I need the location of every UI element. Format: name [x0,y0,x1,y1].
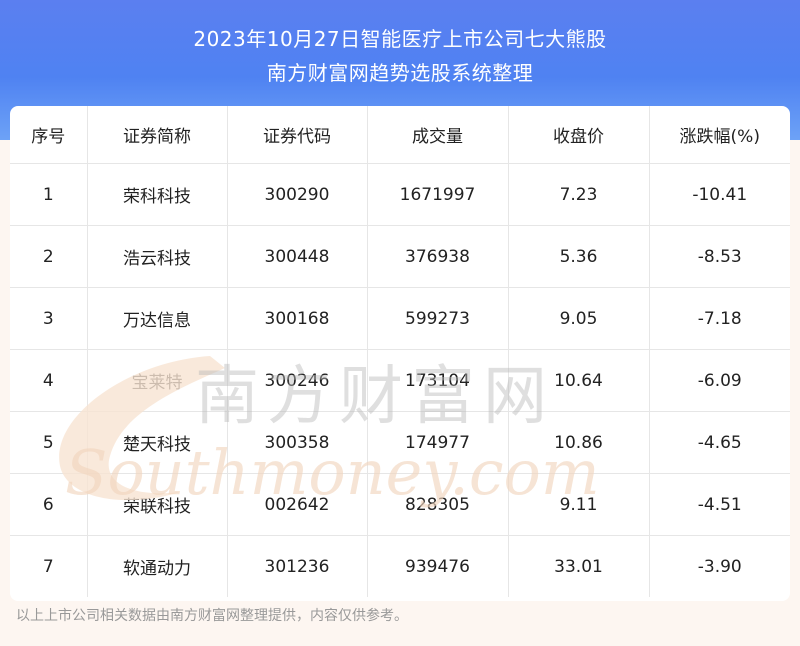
cell-close: 10.64 [508,349,650,412]
page-subtitle: 南方财富网趋势选股系统整理 [266,61,534,85]
cell-name: 软通动力 [87,535,228,597]
table-row: 2 浩云科技 300448 376938 5.36 -8.53 [10,225,790,288]
cell-name: 楚天科技 [87,411,228,474]
column-header-close: 收盘价 [508,106,650,164]
cell-index: 1 [10,163,88,226]
cell-change: -7.18 [649,287,790,350]
cell-index: 7 [10,535,88,597]
cell-index: 4 [10,349,88,412]
cell-change: -3.90 [697,556,742,577]
table-row: 1 荣科科技 300290 1671997 7.23 -10.41 [10,163,790,226]
footnote: 以上上市公司相关数据由南方财富网整理提供，内容仅供参考。 [16,608,408,624]
cell-name: 浩云科技 [87,225,228,288]
cell-name: 荣联科技 [87,473,228,536]
cell-close: 33.01 [508,535,650,597]
cell-close: 7.23 [508,163,650,226]
column-header-name: 证券简称 [87,106,228,164]
cell-code: 300358 [227,411,368,474]
page-title: 2023年10月27日智能医疗上市公司七大熊股 [193,27,607,51]
cell-close: 10.86 [508,411,650,474]
cell-index: 3 [10,287,88,350]
table-row: 7 软通动力 301236 939476 33.01 -3.90 [10,535,790,597]
cell-change: -4.65 [649,411,790,474]
cell-close: 9.05 [508,287,650,350]
cell-volume: 173104 [367,349,509,412]
cell-code: 002642 [227,473,368,536]
cell-code: 301236 [227,535,368,597]
cell-volume: 599273 [367,287,509,350]
cell-index: 5 [10,411,88,474]
cell-volume: 376938 [367,225,509,288]
table-row: 4 宝莱特 300246 173104 10.64 -6.09 [10,349,790,412]
cell-index: 6 [10,473,88,536]
data-table-card: 序号 证券简称 证券代码 成交量 收盘价 涨跌幅(%) 1 荣科科技 30029… [10,106,790,601]
cell-change: -6.09 [649,349,790,412]
cell-volume: 828305 [367,473,509,536]
column-header-change: 涨跌幅(%) [649,106,790,164]
table-row: 5 楚天科技 300358 174977 10.86 -4.65 [10,411,790,474]
cell-code: 300290 [227,163,368,226]
cell-name: 荣科科技 [87,163,228,226]
cell-change: -10.41 [649,163,790,226]
cell-name: 万达信息 [87,287,228,350]
table-row: 3 万达信息 300168 599273 9.05 -7.18 [10,287,790,350]
cell-volume: 939476 [367,535,509,597]
cell-name: 宝莱特 [87,349,228,412]
table-header-row: 序号 证券简称 证券代码 成交量 收盘价 涨跌幅(%) [10,106,790,164]
cell-close: 5.36 [508,225,650,288]
cell-change: -8.53 [649,225,790,288]
table-row: 6 荣联科技 002642 828305 9.11 -4.51 [10,473,790,536]
cell-code: 300448 [227,225,368,288]
column-header-volume: 成交量 [367,106,509,164]
cell-volume: 1671997 [367,163,509,226]
cell-close: 9.11 [508,473,650,536]
column-header-index: 序号 [10,106,88,164]
cell-code: 300168 [227,287,368,350]
cell-volume: 174977 [367,411,509,474]
cell-index: 2 [10,225,88,288]
stock-table: 序号 证券简称 证券代码 成交量 收盘价 涨跌幅(%) 1 荣科科技 30029… [10,106,790,597]
cell-code: 300246 [227,349,368,412]
cell-change: -4.51 [649,473,790,536]
column-header-code: 证券代码 [227,106,368,164]
